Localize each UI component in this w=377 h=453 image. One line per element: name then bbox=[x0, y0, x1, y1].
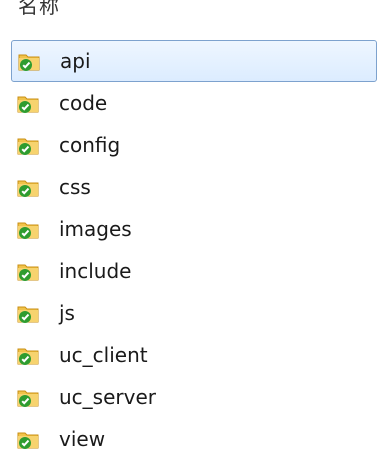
folder-name: css bbox=[59, 175, 91, 199]
folder-check-icon bbox=[15, 383, 43, 411]
folder-check-icon bbox=[15, 257, 43, 285]
list-item-view[interactable]: view bbox=[0, 418, 377, 453]
folder-name: js bbox=[59, 301, 75, 325]
list-item-uc-client[interactable]: uc_client bbox=[0, 334, 377, 376]
column-header-name: 名称 bbox=[18, 0, 60, 18]
list-item-uc-server[interactable]: uc_server bbox=[0, 376, 377, 418]
folder-check-icon bbox=[15, 341, 43, 369]
folder-check-icon bbox=[15, 89, 43, 117]
folder-name: view bbox=[59, 427, 106, 451]
folder-list: api code config css images include js uc… bbox=[0, 40, 377, 453]
list-item-api[interactable]: api bbox=[11, 40, 377, 82]
list-item-images[interactable]: images bbox=[0, 208, 377, 250]
list-item-config[interactable]: config bbox=[0, 124, 377, 166]
folder-name: images bbox=[59, 217, 132, 241]
folder-name: api bbox=[60, 49, 91, 73]
list-item-css[interactable]: css bbox=[0, 166, 377, 208]
list-item-include[interactable]: include bbox=[0, 250, 377, 292]
folder-check-icon bbox=[15, 173, 43, 201]
list-item-code[interactable]: code bbox=[0, 82, 377, 124]
folder-check-icon bbox=[15, 425, 43, 453]
folder-name: config bbox=[59, 133, 121, 157]
folder-list-window: 名称 api code config css images include js… bbox=[0, 0, 377, 453]
folder-check-icon bbox=[15, 215, 43, 243]
folder-name: uc_server bbox=[59, 385, 156, 409]
folder-check-icon bbox=[16, 47, 44, 75]
list-item-js[interactable]: js bbox=[0, 292, 377, 334]
folder-name: uc_client bbox=[59, 343, 148, 367]
folder-check-icon bbox=[15, 131, 43, 159]
folder-name: include bbox=[59, 259, 132, 283]
folder-name: code bbox=[59, 91, 108, 115]
folder-check-icon bbox=[15, 299, 43, 327]
